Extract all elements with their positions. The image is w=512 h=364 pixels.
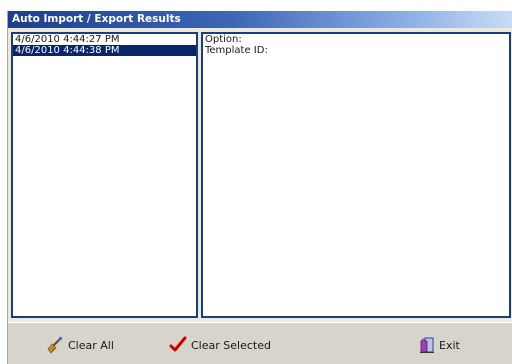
list-item-selected[interactable]: 4/6/2010 4:44:38 PM [13, 45, 196, 56]
window-title: Auto Import / Export Results [8, 11, 512, 28]
list-item[interactable]: 4/6/2010 4:44:27 PM [13, 34, 196, 45]
clear-all-label: Clear All [68, 338, 114, 352]
bottom-toolbar: Clear All Clear Selected Exit [8, 322, 512, 364]
clear-selected-label: Clear Selected [191, 338, 271, 352]
clear-all-button[interactable]: Clear All [46, 333, 114, 357]
door-exit-icon [417, 336, 435, 354]
broom-icon [46, 336, 64, 354]
results-list[interactable]: 4/6/2010 4:44:27 PM 4/6/2010 4:44:38 PM [11, 32, 198, 318]
content-area: 4/6/2010 4:44:27 PM 4/6/2010 4:44:38 PM … [8, 28, 512, 322]
option-label: Option: [205, 34, 242, 45]
checkmark-icon [169, 336, 187, 354]
results-window: Auto Import / Export Results 4/6/2010 4:… [7, 11, 512, 364]
clear-selected-button[interactable]: Clear Selected [169, 333, 271, 357]
template-id-label: Template ID: [205, 45, 268, 56]
exit-button[interactable]: Exit [417, 333, 460, 357]
details-panel[interactable]: Option: Template ID: [201, 32, 511, 318]
exit-label: Exit [439, 338, 460, 352]
